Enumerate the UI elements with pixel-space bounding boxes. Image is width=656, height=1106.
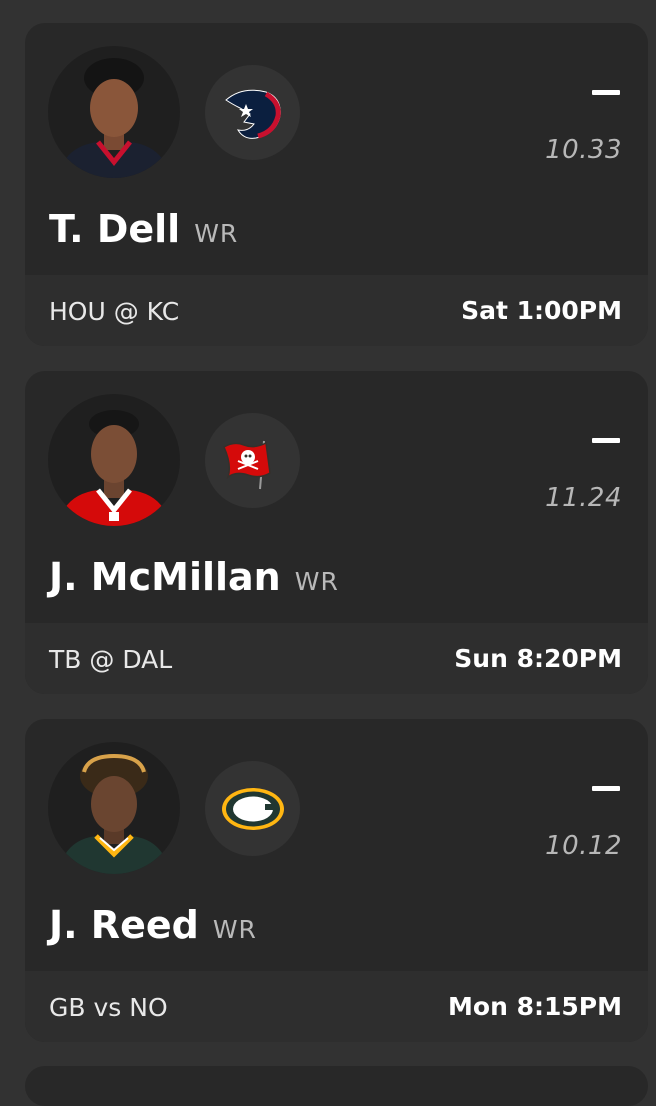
player-avatar bbox=[48, 394, 180, 526]
game-info-row: HOU @ KC Sat 1:00PM bbox=[25, 275, 648, 346]
player-card[interactable]: 10.33 T. Dell WR HOU @ KC Sat 1:00PM bbox=[25, 23, 648, 346]
houston-texans-logo-icon bbox=[224, 89, 281, 139]
player-card-header: 10.33 T. Dell WR bbox=[25, 23, 648, 275]
player-position: WR bbox=[294, 567, 339, 596]
player-card-partial[interactable] bbox=[25, 1066, 648, 1106]
game-matchup: GB vs NO bbox=[49, 993, 168, 1022]
tampa-bay-buccaneers-logo-icon bbox=[222, 440, 271, 489]
game-matchup: HOU @ KC bbox=[49, 297, 180, 326]
team-logo bbox=[205, 413, 300, 508]
status-dash bbox=[592, 90, 620, 95]
game-time: Sat 1:00PM bbox=[461, 296, 622, 325]
game-matchup: TB @ DAL bbox=[49, 645, 173, 674]
team-logo bbox=[205, 761, 300, 856]
player-card-header: 11.24 J. McMillan WR bbox=[25, 371, 648, 623]
player-name: J. Reed bbox=[49, 903, 199, 947]
player-card[interactable]: 10.12 J. Reed WR GB vs NO Mon 8:15PM bbox=[25, 719, 648, 1042]
player-name: T. Dell bbox=[49, 207, 181, 251]
game-time: Sun 8:20PM bbox=[454, 644, 622, 673]
game-time: Mon 8:15PM bbox=[448, 992, 622, 1021]
player-position: WR bbox=[194, 219, 239, 248]
player-name: J. McMillan bbox=[49, 555, 281, 599]
green-bay-packers-logo-icon bbox=[221, 787, 284, 830]
player-position: WR bbox=[212, 915, 257, 944]
player-card[interactable]: 11.24 J. McMillan WR TB @ DAL Sun 8:20PM bbox=[25, 371, 648, 694]
player-avatar bbox=[48, 742, 180, 874]
status-dash bbox=[592, 438, 620, 443]
status-dash bbox=[592, 786, 620, 791]
team-logo bbox=[205, 65, 300, 160]
projected-points: 10.12 bbox=[545, 831, 622, 861]
player-card-header: 10.12 J. Reed WR bbox=[25, 719, 648, 971]
projected-points: 10.33 bbox=[545, 135, 622, 165]
projected-points: 11.24 bbox=[545, 483, 622, 513]
game-info-row: TB @ DAL Sun 8:20PM bbox=[25, 623, 648, 694]
player-avatar bbox=[48, 46, 180, 178]
game-info-row: GB vs NO Mon 8:15PM bbox=[25, 971, 648, 1042]
